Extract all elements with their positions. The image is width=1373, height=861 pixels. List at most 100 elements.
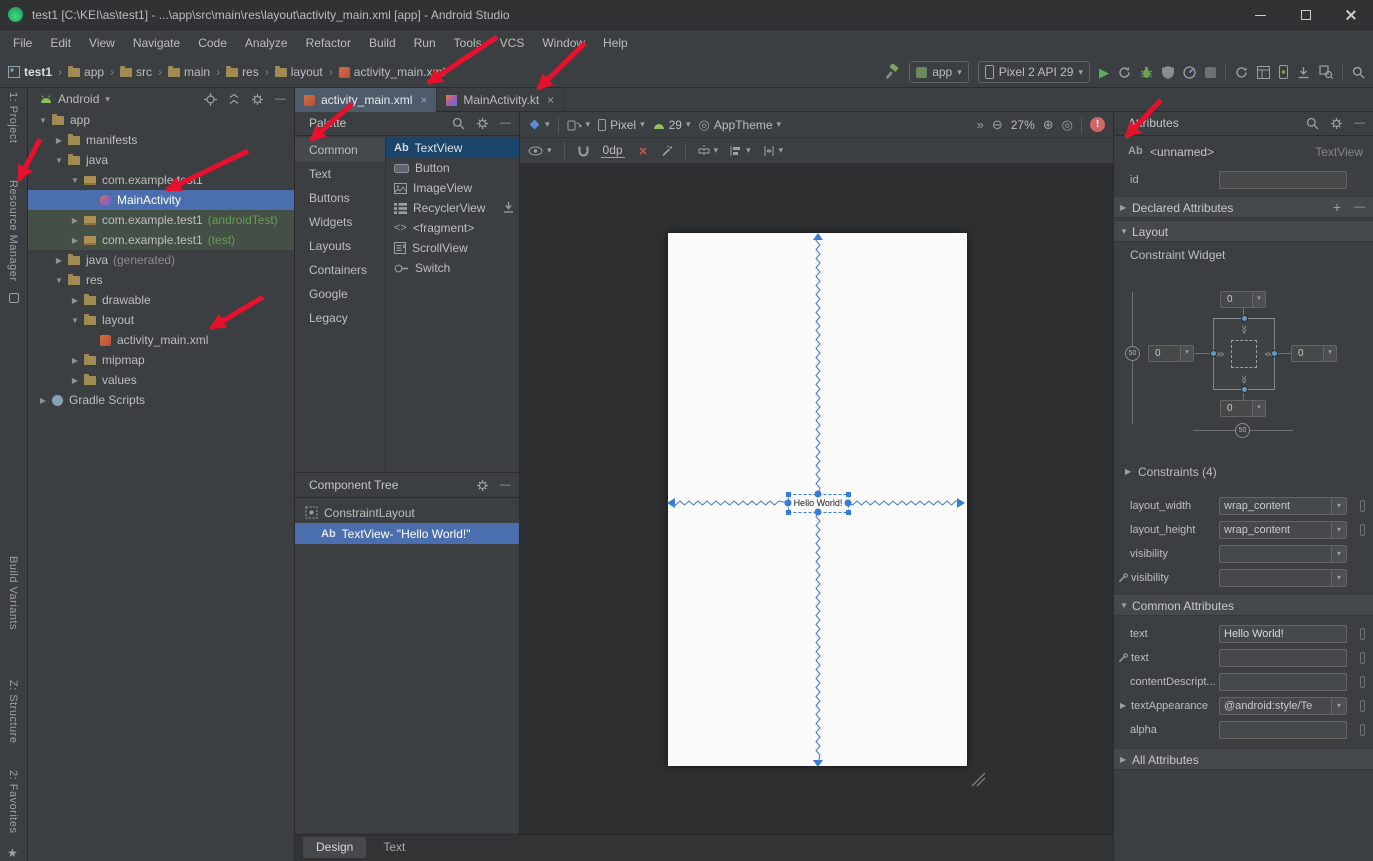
issues-badge[interactable]: !	[1090, 117, 1105, 132]
visibility-dropdown[interactable]: ▾	[1219, 545, 1347, 563]
sidebar-item-project[interactable]: 1: Project	[7, 92, 19, 143]
menu-edit[interactable]: Edit	[41, 30, 80, 57]
chevron-icon[interactable]: ▶	[68, 216, 82, 225]
close-icon[interactable]: ×	[420, 93, 427, 107]
tree-row-values[interactable]: ▶values	[28, 370, 294, 390]
text-input[interactable]	[1219, 625, 1347, 643]
content-description-input[interactable]	[1219, 673, 1347, 691]
chevron-icon[interactable]: ▼	[36, 116, 50, 125]
avd-manager-icon[interactable]	[1279, 65, 1288, 79]
project-structure-icon[interactable]	[1257, 66, 1270, 79]
layout-width-dropdown[interactable]: wrap_content ▾	[1219, 497, 1347, 515]
chevron-icon[interactable]: ▶	[1120, 197, 1126, 219]
stop-button[interactable]	[1205, 67, 1216, 78]
breadcrumb-main[interactable]: main	[168, 65, 210, 79]
palette-item-button[interactable]: Button	[386, 158, 520, 178]
palette-category-buttons[interactable]: Buttons	[295, 186, 385, 210]
chevron-icon[interactable]: ▶	[68, 356, 82, 365]
design-surface-selector[interactable]: ▾	[528, 118, 550, 131]
resource-flag-icon[interactable]	[1360, 676, 1365, 688]
layout-inspector-icon[interactable]	[1319, 65, 1333, 79]
favorites-star-icon[interactable]: ★	[7, 846, 18, 860]
orientation-selector[interactable]: ▾	[567, 118, 591, 131]
chevron-down-icon[interactable]: ▾	[1331, 498, 1346, 514]
breadcrumb-app[interactable]: app	[68, 65, 104, 79]
anchor-bottom[interactable]	[1241, 386, 1248, 393]
section-all-attributes[interactable]: ▶ All Attributes	[1114, 748, 1373, 770]
resource-flag-icon[interactable]	[1360, 724, 1365, 736]
resource-flag-icon[interactable]	[1360, 500, 1365, 512]
constraints-group-row[interactable]: ▶ Constraints (4)	[1114, 460, 1373, 484]
palette-category-layouts[interactable]: Layouts	[295, 234, 385, 258]
palette-category-common[interactable]: Common	[295, 138, 385, 162]
tree-row-drawable[interactable]: ▶drawable	[28, 290, 294, 310]
chevron-icon[interactable]: ▶	[68, 236, 82, 245]
breadcrumb-src[interactable]: src	[120, 65, 152, 79]
resource-flag-icon[interactable]	[1360, 524, 1365, 536]
sdk-manager-icon[interactable]	[1297, 66, 1310, 79]
chevron-icon[interactable]: ▼	[52, 276, 66, 285]
device-menu[interactable]: Pixel ▾	[598, 118, 645, 132]
anchor-left[interactable]	[1210, 350, 1217, 357]
pack-menu[interactable]: ▾	[763, 145, 784, 157]
chevron-down-icon[interactable]: ▾	[1331, 546, 1346, 562]
section-layout[interactable]: ▼ Layout	[1114, 220, 1373, 242]
guidelines-menu[interactable]: ▾	[698, 145, 719, 157]
chevron-icon[interactable]: ▼	[1120, 221, 1128, 243]
anchor-right[interactable]	[1271, 350, 1278, 357]
chevron-icon[interactable]: ▶	[52, 136, 66, 145]
profiler-icon[interactable]	[1183, 66, 1196, 79]
chevron-down-icon[interactable]: ▾	[1331, 570, 1346, 586]
coverage-icon[interactable]	[1162, 66, 1174, 79]
tree-row-gradle-scripts[interactable]: ▶Gradle Scripts	[28, 390, 294, 410]
constraint-widget-square[interactable]: >> << >> >>	[1213, 318, 1275, 390]
menu-code[interactable]: Code	[189, 30, 236, 57]
debug-icon[interactable]	[1140, 66, 1153, 79]
margin-left-selector[interactable]: 0▾	[1148, 345, 1194, 362]
breadcrumb-res[interactable]: res	[226, 65, 259, 79]
close-icon[interactable]: ×	[547, 93, 554, 107]
palette-category-text[interactable]: Text	[295, 162, 385, 186]
layout-height-dropdown[interactable]: wrap_content ▾	[1219, 521, 1347, 539]
run-button[interactable]: ▶	[1099, 66, 1109, 79]
design-canvas[interactable]: Hello World!	[520, 164, 1113, 834]
tree-row-res[interactable]: ▼res	[28, 270, 294, 290]
tree-row-app[interactable]: ▼app	[28, 110, 294, 130]
breadcrumb-layout[interactable]: layout	[275, 65, 323, 79]
resource-flag-icon[interactable]	[1360, 628, 1365, 640]
palette-item-imageview[interactable]: ImageView	[386, 178, 520, 198]
palette-category-containers[interactable]: Containers	[295, 258, 385, 282]
remove-attribute-icon[interactable]: —	[1354, 196, 1365, 218]
palette-item-textview[interactable]: Ab TextView	[386, 138, 520, 158]
tree-row-layout[interactable]: ▼layout	[28, 310, 294, 330]
margin-right-selector[interactable]: 0▾	[1291, 345, 1337, 362]
search-icon[interactable]	[1306, 117, 1319, 130]
menu-tools[interactable]: Tools	[445, 30, 491, 57]
default-margins-button[interactable]: 0dp	[601, 143, 625, 158]
search-icon[interactable]	[452, 117, 465, 130]
chevron-down-icon[interactable]: ▾	[1331, 522, 1346, 538]
sidebar-item-build-variants[interactable]: Build Variants	[7, 556, 19, 630]
tree-row-java-generated[interactable]: ▶java(generated)	[28, 250, 294, 270]
apply-changes-icon[interactable]	[1118, 66, 1131, 79]
id-input[interactable]	[1219, 171, 1347, 189]
chevron-icon[interactable]: ▼	[52, 156, 66, 165]
chevron-icon[interactable]: ▶	[1120, 694, 1126, 718]
api-level-menu[interactable]: 29 ▾	[653, 118, 691, 132]
gear-icon[interactable]	[476, 117, 489, 130]
horizontal-bias-badge[interactable]: 50	[1235, 423, 1250, 438]
tab-mainactivity-kt[interactable]: MainActivity.kt ×	[437, 88, 564, 112]
menu-build[interactable]: Build	[360, 30, 405, 57]
sync-gradle-icon[interactable]	[1235, 66, 1248, 79]
chevron-icon[interactable]: ▶	[68, 296, 82, 305]
zoom-in-icon[interactable]: ⊕	[1043, 117, 1054, 133]
hide-panel-icon[interactable]: —	[275, 89, 286, 110]
chevron-down-icon[interactable]: ▾	[1331, 698, 1346, 714]
tree-row-java[interactable]: ▼java	[28, 150, 294, 170]
hide-panel-icon[interactable]: —	[500, 112, 511, 135]
run-configuration-selector[interactable]: app ▾	[909, 61, 969, 83]
chevron-icon[interactable]: ▼	[68, 176, 82, 185]
maximize-button[interactable]	[1283, 0, 1328, 30]
palette-item-scrollview[interactable]: ScrollView	[386, 238, 520, 258]
anchor-top[interactable]	[1241, 315, 1248, 322]
